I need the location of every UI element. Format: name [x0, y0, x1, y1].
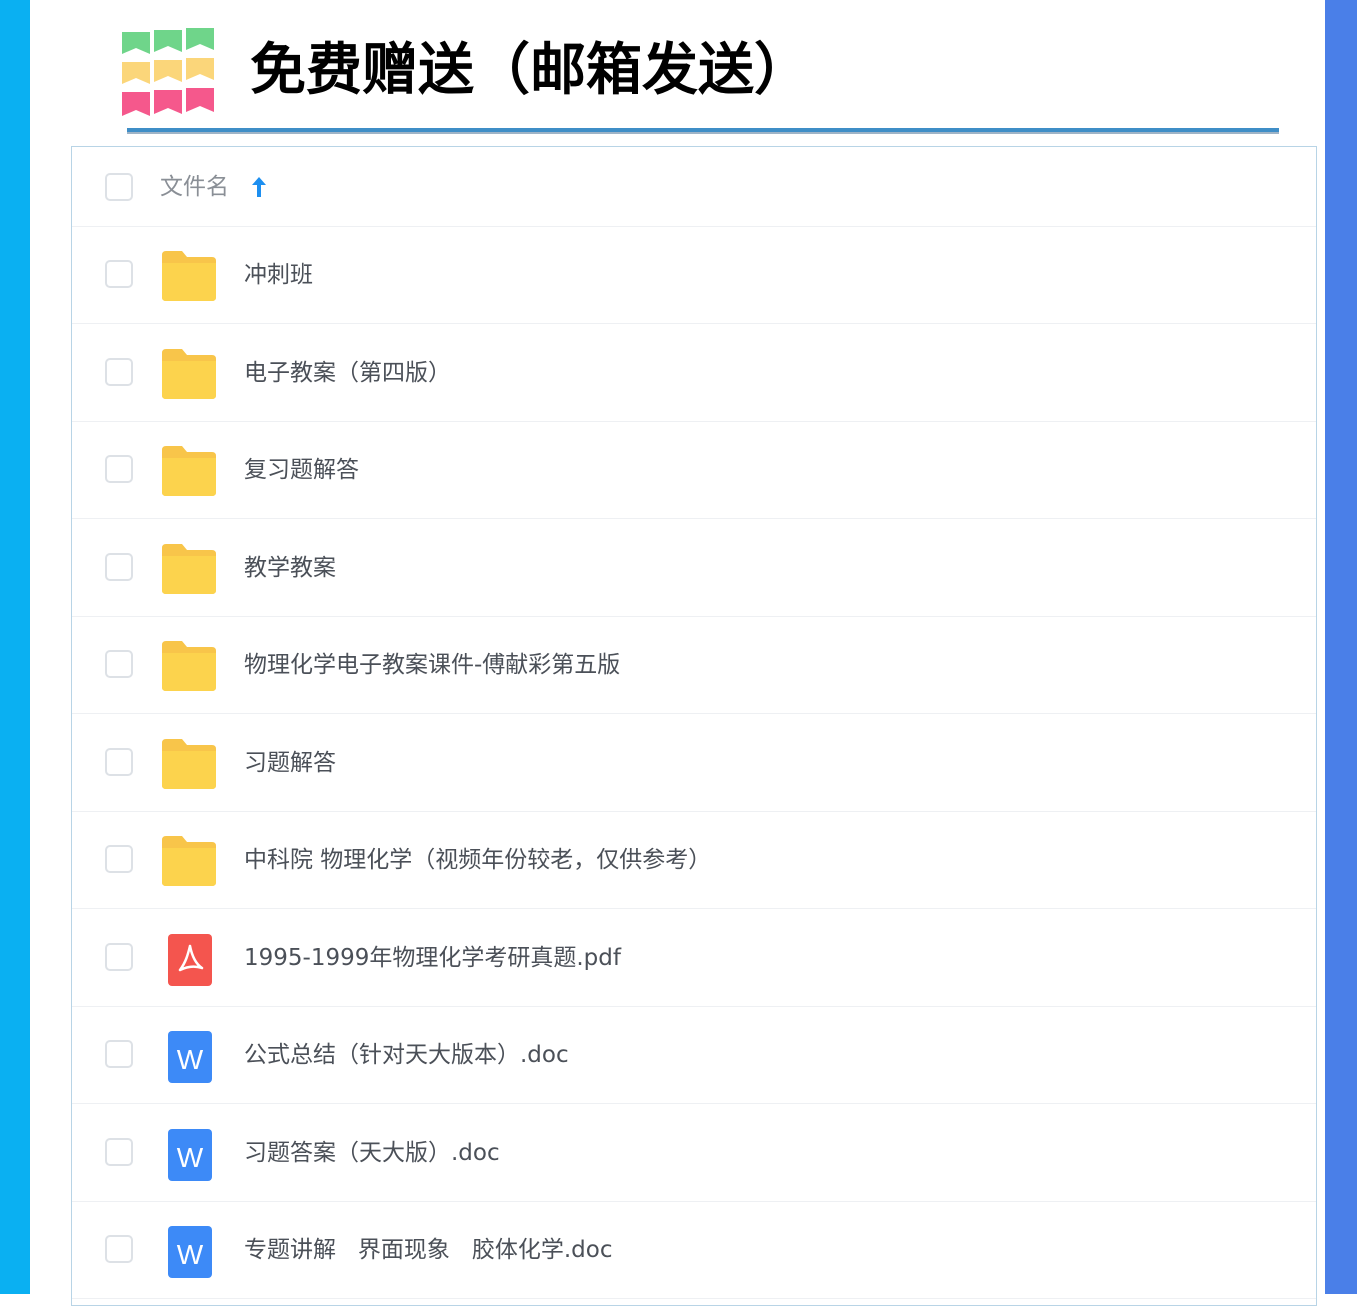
select-all-checkbox[interactable] [105, 173, 133, 201]
file-name-link[interactable]: 电子教案（第四版） [244, 355, 451, 391]
file-row[interactable]: 冲刺班 [72, 227, 1316, 324]
file-row[interactable]: 教学教案 [72, 520, 1316, 617]
file-row-checkbox[interactable] [105, 1137, 133, 1166]
file-name-link[interactable]: 冲刺班 [244, 257, 313, 293]
right-accent-bar [1325, 0, 1357, 1294]
file-row[interactable]: W 公式总结（针对天大版本）.doc [72, 1007, 1316, 1104]
file-name-link[interactable]: 教学教案 [244, 550, 336, 586]
file-row[interactable]: 复习题解答 [72, 422, 1316, 519]
svg-text:W: W [177, 1142, 204, 1173]
folder-icon[interactable] [160, 542, 218, 596]
folder-icon[interactable] [160, 347, 218, 401]
left-accent-bar [0, 0, 30, 1294]
file-row-checkbox[interactable] [105, 552, 133, 581]
title-underline [127, 128, 1279, 134]
folder-icon[interactable] [160, 444, 218, 498]
page-title: 免费赠送（邮箱发送） [250, 38, 810, 103]
file-row[interactable]: W 专题讲解 界面现象 胶体化学.doc [72, 1202, 1316, 1299]
file-row-checkbox[interactable] [105, 845, 133, 873]
file-name-link[interactable]: 习题答案（天大版）.doc [244, 1135, 500, 1171]
file-name-link[interactable]: 中科院 物理化学（视频年份较老，仅供参考） [244, 842, 711, 878]
file-row[interactable]: 习题解答 [72, 715, 1316, 812]
folder-icon[interactable] [160, 249, 218, 303]
word-doc-icon[interactable]: W [166, 1127, 214, 1183]
file-row[interactable]: 1995-1999年物理化学考研真题.pdf [72, 910, 1316, 1007]
folder-icon[interactable] [160, 834, 218, 888]
file-name-link[interactable]: 复习题解答 [244, 452, 359, 488]
file-name-link[interactable]: 物理化学电子教案课件-傅献彩第五版 [244, 647, 620, 683]
file-row[interactable]: 物理化学电子教案课件-傅献彩第五版 [72, 617, 1316, 714]
word-doc-icon[interactable]: W [166, 1224, 214, 1280]
column-header-filename[interactable]: 文件名 [160, 171, 229, 203]
file-row-checkbox[interactable] [105, 942, 133, 971]
svg-text:W: W [177, 1044, 204, 1075]
file-name-link[interactable]: 1995-1999年物理化学考研真题.pdf [244, 940, 621, 976]
file-row[interactable]: 中科院 物理化学（视频年份较老，仅供参考） [72, 812, 1316, 909]
svg-text:W: W [177, 1239, 204, 1270]
file-row[interactable]: W 习题答案（天大版）.doc [72, 1105, 1316, 1202]
bunting-flags-icon [122, 28, 214, 116]
file-name-link[interactable]: 专题讲解 界面现象 胶体化学.doc [244, 1232, 613, 1268]
file-list-panel: 文件名 冲刺班电子教案（第四版） 复习题解答教学教案物理化学电子教案课件-傅献彩第… [71, 146, 1317, 1306]
file-list-header: 文件名 [72, 147, 1316, 227]
word-doc-icon[interactable]: W [166, 1029, 214, 1085]
file-row-checkbox[interactable] [105, 455, 133, 483]
file-row-checkbox[interactable] [105, 357, 133, 386]
file-name-link[interactable]: 公式总结（针对天大版本）.doc [244, 1037, 569, 1073]
folder-icon[interactable] [160, 639, 218, 693]
file-row-checkbox[interactable] [105, 260, 133, 288]
pdf-file-icon[interactable] [166, 932, 214, 988]
folder-icon[interactable] [160, 737, 218, 791]
file-row[interactable]: 电子教案（第四版） [72, 325, 1316, 422]
file-row-checkbox[interactable] [105, 650, 133, 678]
file-row-checkbox[interactable] [105, 1235, 133, 1263]
file-row-checkbox[interactable] [105, 1040, 133, 1068]
arrow-up-icon[interactable] [250, 175, 268, 199]
file-row-checkbox[interactable] [105, 747, 133, 776]
file-name-link[interactable]: 习题解答 [244, 745, 336, 781]
